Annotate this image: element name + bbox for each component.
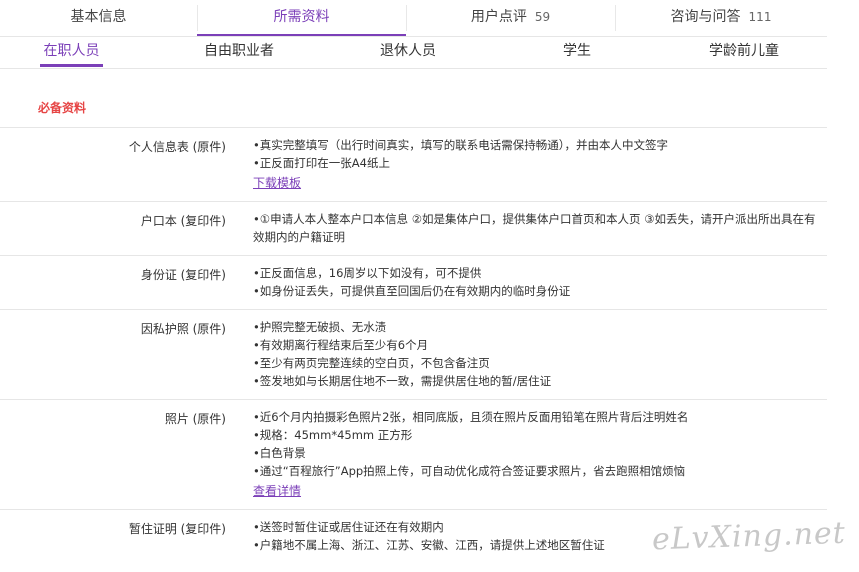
requirement-item: •通过“百程旅行”App拍照上传，可自动优化成符合签证要求照片，省去跑照相馆烦恼 bbox=[253, 464, 686, 478]
requirement-item: •白色背景 bbox=[253, 446, 306, 460]
requirement-item: •正反面信息，16周岁以下如没有，可不提供 bbox=[253, 266, 482, 280]
requirement-item: •护照完整无破损、无水渍 bbox=[253, 320, 387, 334]
requirement-item: •有效期离行程结束后至少有6个月 bbox=[253, 338, 429, 352]
document-row-household-register: 户口本 (复印件) •①申请人本人整本户口本信息 ②如是集体户口，提供集体户口首… bbox=[0, 201, 827, 255]
tab-label: 所需资料 bbox=[273, 9, 330, 25]
view-details-link[interactable]: 查看详情 bbox=[253, 482, 301, 500]
subtab-retired[interactable]: 退休人员 bbox=[376, 37, 440, 67]
subtab-label: 自由职业者 bbox=[204, 43, 274, 59]
tab-label: 咨询与问答 bbox=[670, 9, 741, 25]
subtab-student[interactable]: 学生 bbox=[555, 37, 599, 67]
document-list: 个人信息表 (原件) •真实完整填写（出行时间真实，填写的联系电话需保持畅通），… bbox=[0, 127, 827, 563]
tab-label: 基本信息 bbox=[70, 9, 127, 25]
document-name: 因私护照 (原件) bbox=[140, 322, 226, 336]
subtab-employed[interactable]: 在职人员 bbox=[40, 37, 103, 67]
document-name: 户口本 (复印件) bbox=[140, 214, 226, 228]
tab-count: 111 bbox=[748, 10, 772, 24]
tab-required-documents[interactable]: 所需资料 bbox=[197, 0, 406, 36]
document-requirements: •正反面信息，16周岁以下如没有，可不提供 •如身份证丢失，可提供直至回国后仍在… bbox=[253, 256, 823, 309]
main-tab-bar: 基本信息 所需资料 用户点评 59 咨询与问答 111 bbox=[0, 0, 827, 37]
tab-count: 59 bbox=[534, 10, 551, 24]
document-row-photo: 照片 (原件) •近6个月内拍摄彩色照片2张，相同底版，且须在照片反面用铅笔在照… bbox=[0, 399, 827, 509]
document-name: 暂住证明 (复印件) bbox=[128, 522, 226, 536]
site-watermark: eLvXing.net bbox=[651, 515, 847, 558]
document-requirements: •近6个月内拍摄彩色照片2张，相同底版，且须在照片反面用铅笔在照片背后注明姓名 … bbox=[253, 400, 823, 509]
requirement-item: •近6个月内拍摄彩色照片2张，相同底版，且须在照片反面用铅笔在照片背后注明姓名 bbox=[253, 410, 689, 424]
tab-label: 用户点评 bbox=[470, 9, 527, 25]
requirement-item: •如身份证丢失，可提供直至回国后仍在有效期内的临时身份证 bbox=[253, 284, 571, 298]
document-requirements: •真实完整填写（出行时间真实，填写的联系电话需保持畅通），并由本人中文签字 •正… bbox=[253, 128, 823, 201]
subtab-label: 退休人员 bbox=[380, 43, 436, 59]
requirement-item: •真实完整填写（出行时间真实，填写的联系电话需保持畅通），并由本人中文签字 bbox=[253, 138, 669, 152]
requirement-item: •规格：45mm*45mm 正方形 bbox=[253, 428, 413, 442]
document-row-personal-info-form: 个人信息表 (原件) •真实完整填写（出行时间真实，填写的联系电话需保持畅通），… bbox=[0, 127, 827, 201]
document-row-passport: 因私护照 (原件) •护照完整无破损、无水渍 •有效期离行程结束后至少有6个月 … bbox=[0, 309, 827, 399]
subtab-freelancer[interactable]: 自由职业者 bbox=[200, 37, 278, 67]
subtab-label: 学龄前儿童 bbox=[709, 43, 779, 59]
document-name: 照片 (原件) bbox=[164, 412, 226, 426]
requirement-item: •至少有两页完整连续的空白页，不包含备注页 bbox=[253, 356, 490, 370]
subtab-label: 在职人员 bbox=[43, 43, 100, 59]
subtab-preschool-child[interactable]: 学龄前儿童 bbox=[705, 37, 783, 67]
document-name: 个人信息表 (原件) bbox=[128, 140, 226, 154]
tab-qa[interactable]: 咨询与问答 111 bbox=[615, 0, 827, 35]
document-row-id-card: 身份证 (复印件) •正反面信息，16周岁以下如没有，可不提供 •如身份证丢失，… bbox=[0, 255, 827, 309]
requirement-item: •签发地如与长期居住地不一致，需提供居住地的暂/居住证 bbox=[253, 374, 552, 388]
subtab-label: 学生 bbox=[563, 43, 591, 59]
document-requirements: •护照完整无破损、无水渍 •有效期离行程结束后至少有6个月 •至少有两页完整连续… bbox=[253, 310, 823, 399]
document-name: 身份证 (复印件) bbox=[140, 268, 226, 282]
download-template-link[interactable]: 下载模板 bbox=[253, 174, 301, 192]
section-title: 必备资料 bbox=[38, 101, 87, 115]
requirement-item: •①申请人本人整本户口本信息 ②如是集体户口，提供集体户口首页和本人页 ③如丢失… bbox=[253, 212, 816, 244]
requirement-item: •正反面打印在一张A4纸上 bbox=[253, 156, 390, 170]
tab-basic-info[interactable]: 基本信息 bbox=[0, 0, 197, 35]
tab-user-reviews[interactable]: 用户点评 59 bbox=[406, 0, 615, 35]
applicant-type-tabs: 在职人员 自由职业者 退休人员 学生 学龄前儿童 bbox=[0, 37, 827, 69]
document-requirements: •①申请人本人整本户口本信息 ②如是集体户口，提供集体户口首页和本人页 ③如丢失… bbox=[253, 202, 823, 255]
